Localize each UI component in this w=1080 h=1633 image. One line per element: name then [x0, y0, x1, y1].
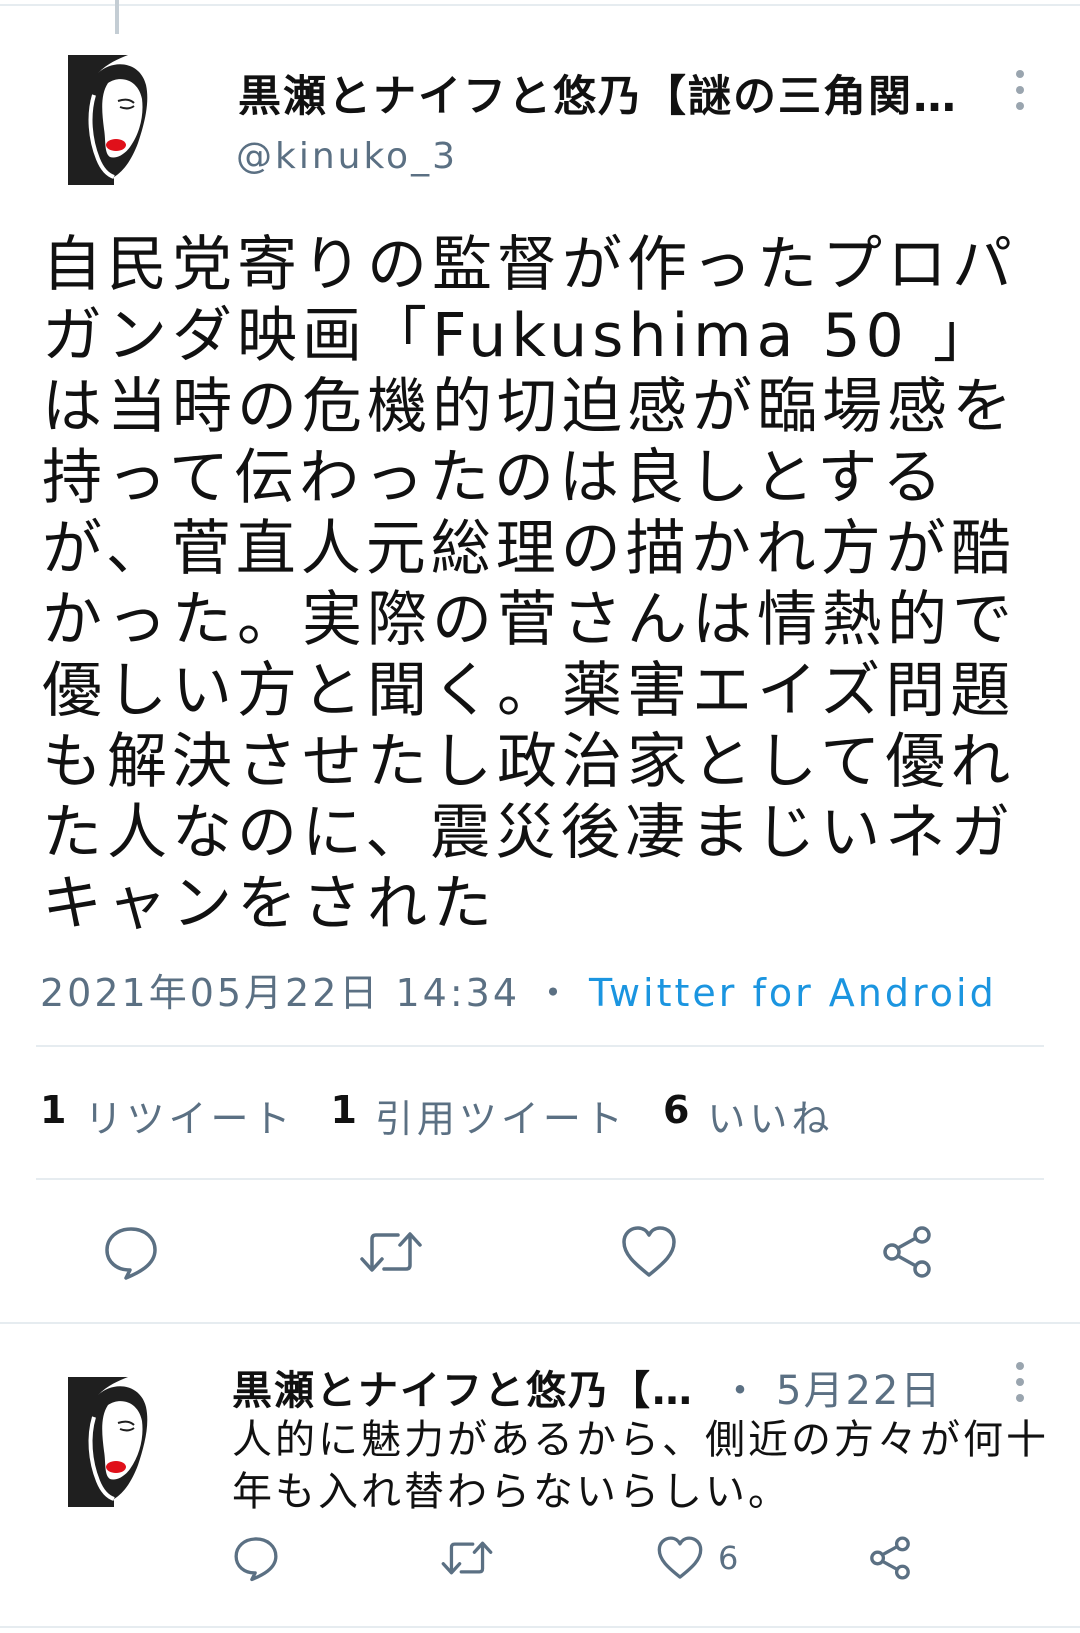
reply-button[interactable]: [102, 1223, 160, 1281]
reply-icon: [105, 1227, 157, 1280]
reply-icon: [234, 1537, 278, 1582]
thread-line: [115, 0, 119, 34]
like-icon: [657, 1536, 703, 1579]
avatar[interactable]: [68, 55, 164, 185]
reply-avatar[interactable]: [68, 1377, 164, 1507]
retweets-count: 1: [40, 1088, 71, 1132]
retweet-icon: [441, 1541, 493, 1575]
likes-count: 6: [662, 1088, 694, 1132]
reply-retweet-button[interactable]: [440, 1534, 494, 1582]
like-icon: [622, 1226, 676, 1277]
author-name[interactable]: 黒瀬とナイフと悠乃【謎の三角関…: [238, 62, 958, 124]
meta-separator: ・: [534, 971, 576, 1015]
more-options-icon[interactable]: [1012, 70, 1028, 110]
reply-text: 人的に魅力があるから、側近の方々が何十年も入れ替わらないらしい。: [232, 1417, 1049, 1515]
share-icon: [883, 1226, 931, 1278]
reply-reply-button[interactable]: [232, 1534, 280, 1582]
avatar-portrait-icon: [68, 1377, 164, 1507]
retweet-button[interactable]: [358, 1223, 424, 1281]
share-icon: [870, 1536, 910, 1580]
share-button[interactable]: [878, 1223, 936, 1281]
retweets-stat[interactable]: 1 リツイート: [40, 1088, 294, 1143]
more-options-icon[interactable]: [1012, 1362, 1028, 1402]
reply-action-bar: 6: [0, 1528, 1080, 1598]
divider: [0, 1322, 1080, 1324]
reply-like-button[interactable]: 6: [656, 1534, 738, 1582]
reply-header: 黒瀬とナイフと悠乃【… ・ 5月22日: [232, 1358, 992, 1416]
quotes-count: 1: [330, 1088, 361, 1132]
tweet-text: 自民党寄りの監督が作ったプロパガンダ映画「Fukushima 50 」は当時の危…: [42, 230, 1017, 939]
retweets-label: リツイート: [84, 1097, 295, 1141]
top-border: [0, 4, 1080, 6]
divider: [36, 1178, 1044, 1180]
like-button[interactable]: [620, 1223, 678, 1281]
quotes-stat[interactable]: 1 引用ツイート: [330, 1088, 626, 1143]
reply-share-button[interactable]: [866, 1534, 914, 1582]
reply-like-count: 6: [718, 1539, 739, 1577]
retweet-icon: [360, 1232, 422, 1272]
tweet-action-bar: [0, 1215, 1080, 1295]
quotes-label: 引用ツイート: [374, 1097, 627, 1141]
divider: [0, 1626, 1080, 1628]
author-handle[interactable]: @kinuko_3: [236, 136, 458, 177]
likes-label: いいね: [707, 1097, 834, 1141]
reply-separator: ・: [720, 1368, 760, 1414]
avatar-portrait-icon: [68, 55, 164, 185]
reply-author-name[interactable]: 黒瀬とナイフと悠乃【…: [232, 1358, 694, 1416]
tweet-stats: 1 リツイート 1 引用ツイート 6 いいね: [40, 1088, 833, 1143]
likes-stat[interactable]: 6 いいね: [663, 1088, 833, 1143]
reply-timestamp[interactable]: 5月22日: [776, 1358, 942, 1416]
tweet-timestamp[interactable]: 2021年05月22日 14:34: [40, 971, 520, 1015]
tweet-meta: 2021年05月22日 14:34 ・ Twitter for Android: [40, 962, 997, 1017]
tweet-source-link[interactable]: Twitter for Android: [589, 971, 997, 1015]
divider: [36, 1045, 1044, 1047]
